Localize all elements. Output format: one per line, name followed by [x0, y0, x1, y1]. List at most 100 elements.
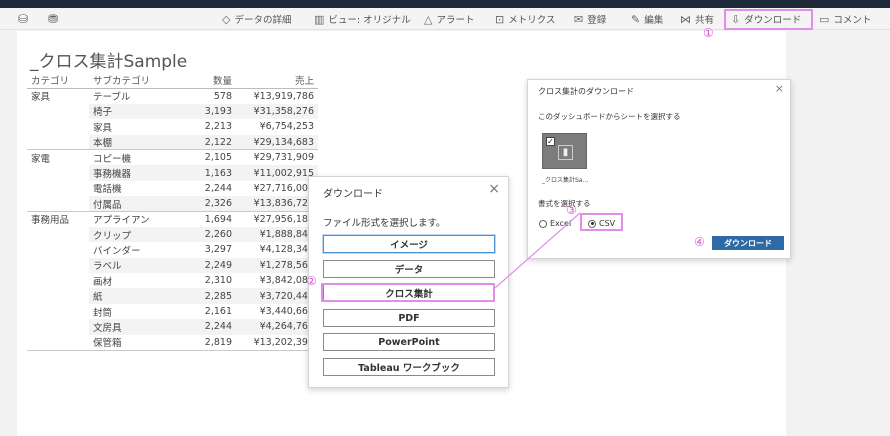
subcategory-cell: 保管箱 — [89, 334, 171, 351]
header-sales: 売上 — [236, 73, 318, 89]
table-row: 事務用品 アプライアン 1,694 ¥27,956,186 — [27, 212, 318, 227]
quantity-cell: 2,122 — [171, 134, 236, 151]
sales-cell: ¥13,836,722 — [236, 196, 318, 213]
table-row: 紙 2,285 ¥3,720,447 — [27, 288, 318, 304]
cat-cell — [27, 134, 89, 151]
table-row: 保管箱 2,819 ¥13,202,390 — [27, 334, 318, 351]
window-top-bar — [0, 0, 890, 8]
subcategory-cell: ラベル — [89, 257, 171, 274]
csv-highlight-box — [580, 213, 623, 231]
sales-cell: ¥4,264,765 — [236, 319, 318, 335]
toolbar-alert[interactable]: △ アラート — [424, 11, 474, 27]
excel-radio-label: Excel — [550, 219, 572, 228]
step-1-marker: ① — [703, 26, 714, 40]
quantity-cell: 578 — [213, 90, 232, 102]
quantity-cell: 2,249 — [171, 257, 236, 274]
sales-cell: ¥1,278,566 — [236, 257, 318, 274]
toolbar-comment[interactable]: ▭ コメント — [819, 11, 871, 27]
toolbar-label: 登録 — [587, 15, 607, 26]
subcategory-cell: 紙 — [89, 288, 171, 304]
table-row: 本棚 2,122 ¥29,134,683 — [27, 134, 318, 151]
metrics-icon: ⊡ — [495, 12, 505, 26]
format-instruction: ファイル形式を選択します。 — [323, 218, 446, 229]
table-row: 封筒 2,161 ¥3,440,665 — [27, 304, 318, 319]
toolbar-label: データの詳細 — [234, 15, 292, 26]
toolbar-metrics[interactable]: ⊡ メトリクス — [495, 11, 555, 27]
excel-radio[interactable]: Excel — [539, 219, 571, 228]
toolbar-view[interactable]: ▥ ビュー: オリジナル — [314, 11, 411, 27]
sheet-title: _クロス集計Sample — [30, 52, 188, 72]
sheet-prompt: このダッシュボードからシートを選択する — [538, 112, 681, 121]
cat-cell — [27, 319, 89, 334]
image-option-button[interactable]: イメージ — [323, 235, 495, 253]
quantity-cell: 1,163 — [171, 165, 236, 181]
subcategory-cell: バインダー — [93, 245, 141, 257]
quantity-cell: 2,105 — [204, 152, 232, 164]
cat-cell — [27, 288, 89, 303]
table-row: バインダー 3,297 ¥4,128,344 — [27, 242, 318, 257]
cat-cell — [27, 165, 89, 180]
sales-cell: ¥3,720,447 — [236, 288, 318, 304]
quantity-cell: 2,161 — [204, 306, 232, 318]
cat-cell: 家具 — [31, 92, 51, 104]
datasource-icon[interactable]: ⛁ — [18, 12, 28, 26]
crosstab-download-dialog: クロス集計のダウンロード × このダッシュボードからシートを選択する ✓ ▮ _… — [527, 79, 791, 259]
sales-cell: ¥13,919,786 — [253, 90, 314, 102]
tag-icon: ◇ — [222, 12, 231, 26]
data-option-button[interactable]: データ — [323, 260, 495, 278]
toolbar-data-details[interactable]: ◇ データの詳細 — [222, 11, 291, 27]
sales-cell: ¥6,754,253 — [259, 121, 314, 133]
cat-cell — [27, 304, 89, 319]
sales-cell: ¥3,440,665 — [259, 306, 314, 318]
quantity-cell: 2,326 — [171, 196, 236, 213]
comment-icon: ▭ — [819, 12, 830, 26]
subcategory-cell: 家具 — [93, 122, 113, 134]
sheet-thumbnail[interactable]: ✓ ▮ — [542, 133, 587, 169]
powerpoint-option-button[interactable]: PowerPoint — [323, 333, 495, 351]
toolbar-edit[interactable]: ✎ 編集 — [631, 11, 663, 27]
table-row: 椅子 3,193 ¥31,358,276 — [27, 103, 318, 120]
quantity-cell: 2,819 — [171, 334, 236, 351]
subcategory-cell: テーブル — [93, 92, 131, 104]
quantity-cell: 2,244 — [204, 182, 232, 194]
quantity-cell: 2,285 — [171, 288, 236, 304]
sheet-thumbnail-label: _クロス集計Sa... — [542, 177, 589, 184]
close-icon[interactable]: × — [488, 181, 500, 197]
quantity-cell: 1,694 — [204, 213, 232, 225]
edit-icon: ✎ — [631, 12, 641, 26]
toolbar-label: 編集 — [644, 15, 664, 26]
header-subcategory: サブカテゴリ — [89, 73, 171, 89]
table-row: 電話機 2,244 ¥27,716,009 — [27, 181, 318, 196]
cat-cell — [27, 273, 89, 288]
radio-icon — [539, 219, 547, 228]
crosstab-table: カテゴリ サブカテゴリ 数量 売上 家具 テーブル 578 ¥13,919,786 椅子… — [27, 73, 318, 351]
table-row: 家具 テーブル 578 ¥13,919,786 — [27, 88, 318, 104]
quantity-cell: 2,244 — [171, 319, 236, 335]
subcategory-cell: アプライアン — [93, 215, 150, 227]
cat-cell — [27, 119, 89, 134]
toolbar-subscribe[interactable]: ✉ 登録 — [574, 11, 606, 27]
quantity-cell: 2,213 — [204, 121, 232, 133]
crosstab-download-button[interactable]: ダウンロード — [712, 236, 784, 250]
sales-cell: ¥29,134,683 — [236, 134, 318, 151]
header-quantity: 数量 — [171, 73, 236, 89]
step-3-marker: ③ — [566, 203, 577, 217]
sales-cell: ¥11,002,915 — [236, 165, 318, 181]
table-row: 画材 2,310 ¥3,842,080 — [27, 273, 318, 288]
sales-cell: ¥29,731,909 — [253, 152, 314, 164]
toolbar-label: ビュー: オリジナル — [328, 15, 411, 26]
subcategory-cell: 椅子 — [89, 103, 171, 120]
pause-updates-icon[interactable]: ⛃ — [48, 12, 58, 26]
sales-cell: ¥27,716,009 — [253, 182, 314, 194]
toolbar-share[interactable]: ⋈ 共有 — [680, 11, 714, 27]
pdf-option-button[interactable]: PDF — [323, 309, 495, 327]
close-icon[interactable]: × — [775, 82, 784, 95]
subcategory-cell: 封筒 — [93, 307, 113, 319]
quantity-cell: 3,297 — [204, 244, 232, 256]
tableau-workbook-option-button[interactable]: Tableau ワークブック — [323, 358, 495, 376]
cat-cell — [27, 104, 89, 119]
subcategory-cell: 文房具 — [89, 319, 171, 335]
checkbox-icon[interactable]: ✓ — [546, 137, 555, 146]
step-4-marker: ④ — [694, 235, 705, 249]
chart-icon: ▮ — [558, 145, 573, 160]
